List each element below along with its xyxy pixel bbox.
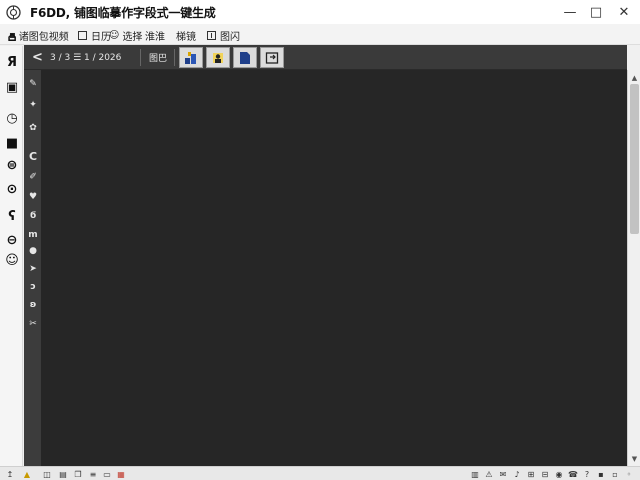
back-button[interactable]: < bbox=[32, 50, 43, 65]
smile-icon[interactable]: ☺ bbox=[4, 252, 20, 268]
layers-icon bbox=[185, 51, 196, 64]
hook-icon[interactable]: ʕ bbox=[4, 208, 20, 224]
canvas-toolbar: < 3 / 3 ☰ 1 / 2026 图巴 bbox=[24, 45, 627, 70]
layers-button[interactable] bbox=[179, 47, 203, 68]
doc-icon[interactable]: ▭ bbox=[102, 469, 112, 479]
heart-icon[interactable]: ♥ bbox=[27, 191, 39, 203]
toolbar-divider bbox=[174, 49, 175, 66]
record-icon[interactable]: ⊙ bbox=[4, 181, 20, 197]
scroll-down-icon[interactable]: ▼ bbox=[630, 454, 639, 463]
pen-icon[interactable]: ✎ bbox=[27, 78, 39, 90]
app-logo-icon bbox=[5, 4, 21, 20]
menu-item-calendar[interactable]: 日历 bbox=[78, 27, 111, 43]
chat-icon[interactable]: ✉ bbox=[498, 469, 508, 479]
mic-icon[interactable]: ◉ bbox=[554, 469, 564, 479]
help-icon[interactable]: ? bbox=[582, 469, 592, 479]
menu-item-label: 图闪 bbox=[220, 31, 240, 43]
bus-icon[interactable]: ▣ bbox=[4, 79, 20, 95]
warning-icon: ▲ bbox=[23, 469, 31, 479]
page-icon bbox=[240, 51, 250, 64]
tray-icon[interactable]: ▫ bbox=[610, 469, 620, 479]
text-icon[interactable]: Я bbox=[4, 54, 20, 70]
note-icon[interactable]: ♪ bbox=[512, 469, 522, 479]
figure-button[interactable] bbox=[206, 47, 230, 68]
toolbar-divider bbox=[140, 49, 141, 66]
tray-icon[interactable]: ▪ bbox=[596, 469, 606, 479]
copy-icon[interactable]: ❐ bbox=[73, 469, 83, 479]
menu-item-label: 选择 bbox=[122, 31, 143, 43]
tray-icon[interactable]: ◦ bbox=[624, 469, 634, 479]
home-icon[interactable]: ⌂ bbox=[4, 29, 20, 45]
smile-icon: ☺ bbox=[109, 29, 120, 41]
bars-icon[interactable]: ≡ bbox=[88, 469, 98, 479]
chart-icon[interactable]: ▥ bbox=[470, 469, 480, 479]
menu-item-fifth[interactable]: 梯镜 bbox=[176, 27, 196, 43]
import-button[interactable] bbox=[260, 47, 284, 68]
eraser-icon[interactable]: ✦ bbox=[27, 99, 39, 111]
scrollbar-thumb[interactable] bbox=[630, 84, 639, 234]
loop-icon[interactable]: ʚ bbox=[27, 299, 39, 311]
minimize-button[interactable]: — bbox=[556, 0, 584, 24]
square-icon bbox=[207, 30, 216, 40]
title-bar: F6DD, 铺图临摹作字段式一键生成 — □ ✕ bbox=[0, 0, 640, 24]
vertical-scrollbar[interactable]: ▲ ▼ bbox=[627, 70, 640, 466]
scroll-up-icon[interactable]: ▲ bbox=[630, 73, 639, 82]
link-icon[interactable]: ⊖ bbox=[4, 232, 20, 248]
mode-label[interactable]: 图巴 bbox=[149, 50, 167, 65]
drawing-canvas[interactable] bbox=[41, 70, 627, 466]
close-button[interactable]: ✕ bbox=[610, 0, 638, 24]
disk-icon[interactable]: ◫ bbox=[42, 469, 52, 479]
tool-strip: ✎ ✦ ✿ C ✐ ♥ ϭ m ● ➤ ɔ ʚ ✂ bbox=[24, 70, 41, 466]
drop-icon[interactable]: ϭ bbox=[27, 210, 39, 222]
phone-icon[interactable]: ☎ bbox=[568, 469, 578, 479]
menu-item-label: 日历 bbox=[91, 31, 111, 43]
page-button[interactable] bbox=[233, 47, 257, 68]
left-toolbar: ⌂ Я ▣ ◷ ■ ⊜ ⊙ ʕ ⊖ ☺ bbox=[0, 30, 23, 466]
spiral-icon[interactable]: ɔ bbox=[27, 281, 39, 293]
status-bar: ↥ ▲ ◫ ▤ ❐ ≡ ▭ ▦ ▥ ⚠ ✉ ♪ ⊞ ⊟ ◉ ☎ ? ▪ ▫ ◦ bbox=[0, 466, 640, 480]
menu-item-select[interactable]: ☺ 选择 bbox=[109, 27, 142, 43]
menu-bar: ▪ 诸图包视频 日历 ☺ 选择 淮淮 梯镜 图闪 bbox=[0, 24, 640, 45]
scroll-arrow-icon[interactable]: ↥ bbox=[5, 469, 15, 479]
grid-icon[interactable]: ⊟ bbox=[540, 469, 550, 479]
brush-icon[interactable]: ✐ bbox=[27, 171, 39, 183]
figure-icon bbox=[213, 52, 223, 63]
m-icon[interactable]: m bbox=[27, 229, 39, 241]
menu-item-label: 淮淮 bbox=[145, 31, 165, 43]
circle-icon[interactable]: ● bbox=[27, 245, 39, 257]
arrow-icon[interactable]: ➤ bbox=[27, 263, 39, 275]
zoom-readout: 3 / 3 ☰ 1 / 2026 bbox=[50, 52, 122, 63]
gear-icon[interactable]: ✿ bbox=[27, 122, 39, 134]
c-icon[interactable]: C bbox=[27, 150, 39, 163]
menu-item-label: 梯镜 bbox=[176, 31, 196, 43]
calendar-icon bbox=[78, 30, 87, 40]
window-title: F6DD, 铺图临摹作字段式一键生成 bbox=[30, 5, 216, 20]
alert-icon[interactable]: ⚠ bbox=[484, 469, 494, 479]
import-icon bbox=[265, 51, 279, 64]
print-icon[interactable]: ▤ bbox=[58, 469, 68, 479]
menu-item-label: 诸图包视频 bbox=[18, 31, 69, 43]
dropper-icon[interactable]: ⊜ bbox=[4, 157, 20, 173]
image-icon[interactable]: ■ bbox=[4, 135, 20, 151]
grid-icon[interactable]: ⊞ bbox=[526, 469, 536, 479]
menu-item-sixth[interactable]: 图闪 bbox=[207, 27, 240, 43]
maximize-button[interactable]: □ bbox=[582, 0, 610, 24]
sheet-icon[interactable]: ▦ bbox=[116, 469, 126, 479]
menu-item-fourth[interactable]: 淮淮 bbox=[145, 27, 165, 43]
scissors-icon[interactable]: ✂ bbox=[27, 318, 39, 330]
clock-icon[interactable]: ◷ bbox=[4, 110, 20, 126]
